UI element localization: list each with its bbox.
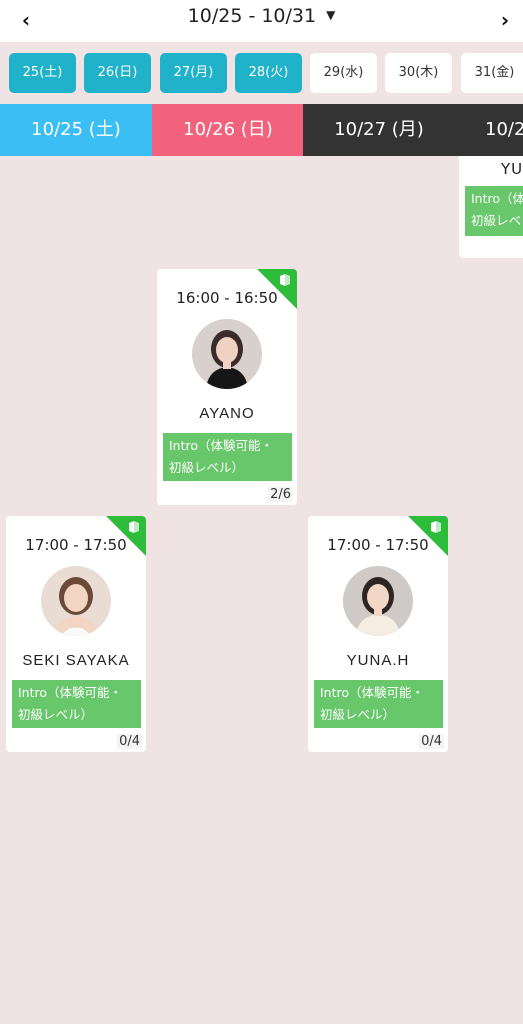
instructor-name: SEKI SAYAKA bbox=[22, 652, 130, 669]
reservation-count: 0/4 bbox=[419, 734, 444, 749]
day-chip-bar: 25(土) 26(日) 27(月) 28(火) 29(水) 30(木) 31(金… bbox=[0, 42, 523, 104]
day-chip[interactable]: 26(日) bbox=[84, 53, 151, 93]
reservation-count: 2/6 bbox=[268, 487, 293, 502]
instructor-name: AYANO bbox=[199, 405, 255, 422]
avatar bbox=[343, 566, 413, 636]
day-header-sunday: 10/26 (日) bbox=[152, 104, 304, 156]
level-label: Intro（体 初級レベ bbox=[465, 186, 523, 236]
level-line: Intro（体験可能・ bbox=[18, 685, 123, 700]
lesson-card-partial[interactable]: YU Intro（体 初級レベ bbox=[459, 156, 523, 258]
week-header: ‹ 10/25 - 10/31 ▼ › bbox=[0, 0, 523, 42]
lesson-time: 16:00 - 16:50 bbox=[176, 289, 278, 307]
day-chip[interactable]: 27(月) bbox=[160, 53, 227, 93]
level-label: Intro（体験可能・ 初級レベル） bbox=[163, 433, 292, 481]
day-chip[interactable]: 29(水) bbox=[310, 53, 377, 93]
lesson-time: 17:00 - 17:50 bbox=[25, 536, 127, 554]
level-line: 初級レベル） bbox=[18, 707, 94, 722]
level-line: 初級レベ bbox=[471, 213, 522, 228]
day-chip[interactable]: 31(金) bbox=[461, 53, 523, 93]
day-chip[interactable]: 25(土) bbox=[9, 53, 76, 93]
day-chip[interactable]: 30(木) bbox=[385, 53, 452, 93]
lesson-card[interactable]: 16:00 - 16:50 AYANO Intro（体験可能・ 初級レベル） 2… bbox=[157, 269, 297, 505]
day-chip[interactable]: 28(火) bbox=[235, 53, 302, 93]
level-line: 初級レベル） bbox=[320, 707, 396, 722]
beginner-icon bbox=[127, 520, 141, 534]
lesson-card[interactable]: 17:00 - 17:50 SEKI SAYAKA Intro（体験可能・ 初級… bbox=[6, 516, 146, 752]
day-header-monday: 10/27 (月) bbox=[303, 104, 455, 156]
level-line: Intro（体験可能・ bbox=[320, 685, 425, 700]
avatar bbox=[41, 566, 111, 636]
day-header-tuesday: 10/2 bbox=[455, 104, 523, 156]
instructor-name: YU bbox=[501, 160, 523, 178]
level-label: Intro（体験可能・ 初級レベル） bbox=[12, 680, 141, 728]
lesson-card[interactable]: 17:00 - 17:50 YUNA.H Intro（体験可能・ 初級レベル） … bbox=[308, 516, 448, 752]
beginner-icon bbox=[278, 273, 292, 287]
instructor-name: YUNA.H bbox=[346, 652, 410, 669]
next-week-button[interactable]: › bbox=[493, 8, 517, 32]
avatar bbox=[192, 319, 262, 389]
level-line: Intro（体 bbox=[471, 191, 523, 206]
week-range-label: 10/25 - 10/31 bbox=[187, 5, 317, 27]
day-header-saturday: 10/25 (土) bbox=[0, 104, 152, 156]
week-range-selector[interactable]: 10/25 - 10/31 ▼ bbox=[0, 5, 523, 27]
lesson-time: 17:00 - 17:50 bbox=[327, 536, 429, 554]
level-line: 初級レベル） bbox=[169, 460, 245, 475]
level-line: Intro（体験可能・ bbox=[169, 438, 274, 453]
reservation-count: 0/4 bbox=[117, 734, 142, 749]
level-label: Intro（体験可能・ 初級レベル） bbox=[314, 680, 443, 728]
caret-down-icon: ▼ bbox=[326, 8, 336, 22]
beginner-icon bbox=[429, 520, 443, 534]
